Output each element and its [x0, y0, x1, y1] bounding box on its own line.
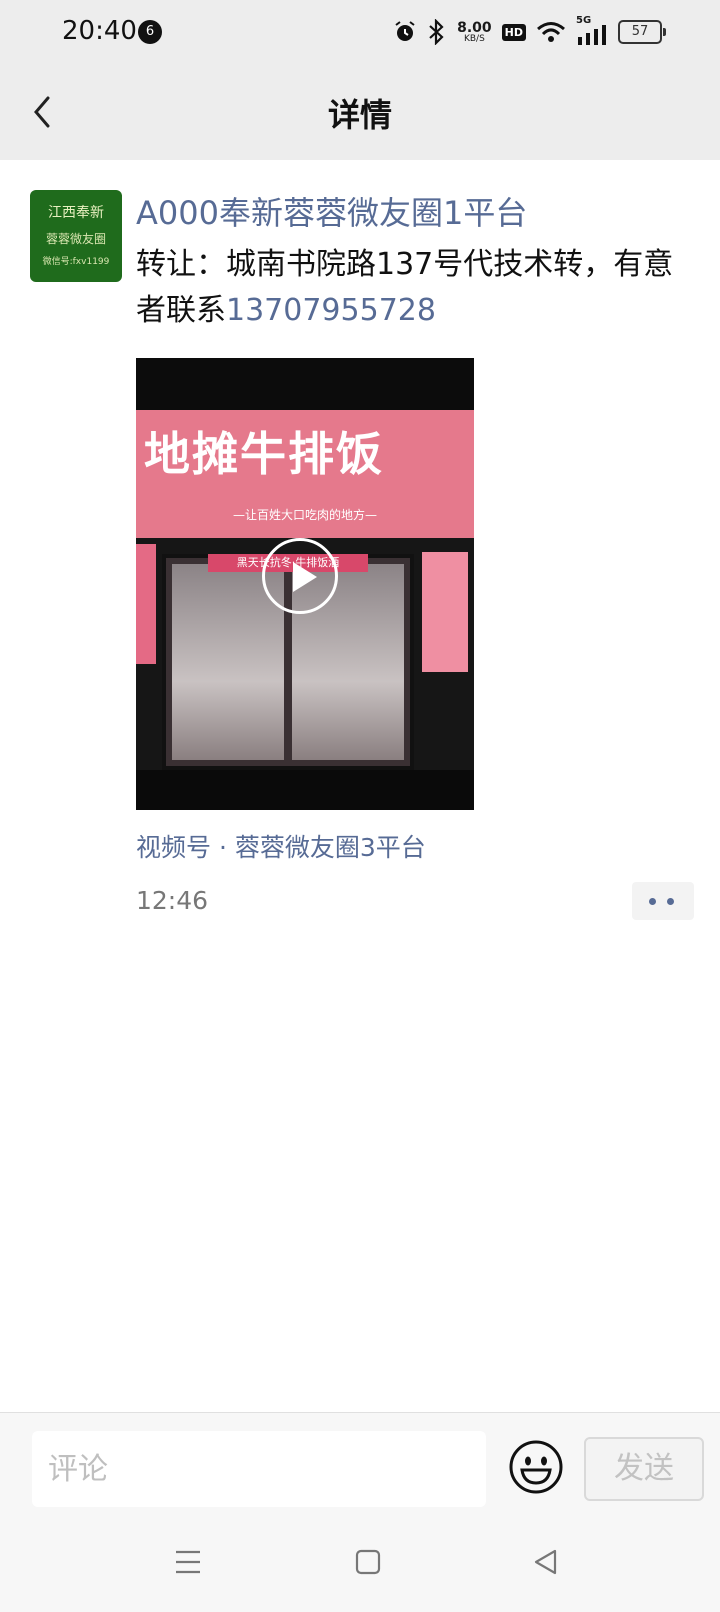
home-square-icon[interactable] [352, 1546, 384, 1578]
menu-icon[interactable] [172, 1546, 204, 1578]
back-triangle-icon[interactable] [530, 1546, 562, 1578]
comment-bar: 发送 [0, 1412, 720, 1515]
channel-link[interactable]: 视频号 · 蓉蓉微友圈3平台 [136, 828, 426, 864]
post-username[interactable]: A000奉新蓉蓉微友圈1平台 [136, 188, 527, 234]
video-thumbnail[interactable]: 地摊牛排饭 —让百姓大口吃肉的地方— 黑天长抗冬·牛排饭酒 [136, 358, 474, 810]
status-bar: 20:40 6 8.00 KB/S HD 5G 57 [0, 0, 720, 64]
system-icons: 8.00 KB/S HD 5G 57 [393, 14, 666, 50]
avatar-text-line3: 微信号:fxv1199 [42, 257, 110, 267]
status-time: 20:40 [62, 16, 137, 46]
avatar[interactable]: 江西奉新 蓉蓉微友圈 微信号:fxv1199 [30, 190, 122, 282]
video-scene-top [136, 358, 474, 410]
hd-badge: HD [501, 23, 526, 41]
avatar-text-line2: 蓉蓉微友圈 [45, 232, 106, 246]
send-button[interactable]: 发送 [584, 1437, 704, 1501]
cellular-signal: 5G [576, 15, 608, 45]
shop-side-panel-left [136, 544, 156, 664]
shop-side-panel-right [422, 552, 468, 672]
shop-sign: 地摊牛排饭 —让百姓大口吃肉的地方— [136, 410, 474, 538]
network-speed-value: 8.00 [457, 19, 492, 36]
smiley-icon[interactable] [508, 1439, 564, 1495]
shop-sign-subtitle: —让百姓大口吃肉的地方— [232, 508, 377, 522]
battery-indicator: 57 [618, 20, 666, 44]
more-dots-icon[interactable] [632, 882, 694, 920]
post-content: 转让：城南书院路137号代技术转，有意者联系13707955728 [136, 242, 696, 334]
phone-number-link[interactable]: 13707955728 [226, 293, 436, 328]
comment-input[interactable] [32, 1431, 486, 1507]
bluetooth-icon [429, 19, 444, 45]
post-time: 12:46 [136, 886, 209, 915]
network-speed: 8.00 KB/S [457, 21, 492, 44]
notification-count-badge: 6 [138, 20, 162, 44]
alarm-icon [395, 21, 415, 41]
more-dot [667, 898, 674, 905]
network-speed-unit: KB/S [463, 33, 485, 44]
more-dot [649, 898, 656, 905]
avatar-text-line1: 江西奉新 [48, 205, 104, 221]
video-scene-floor [136, 770, 474, 810]
system-nav-bar [0, 1514, 720, 1612]
signal-bars-icon [578, 25, 606, 45]
wifi-icon [537, 22, 565, 42]
page-title: 详情 [327, 96, 392, 134]
shop-sign-text: 地摊牛排饭 [144, 427, 384, 481]
play-icon[interactable] [262, 538, 338, 614]
nav-header: 详情 [0, 64, 720, 160]
